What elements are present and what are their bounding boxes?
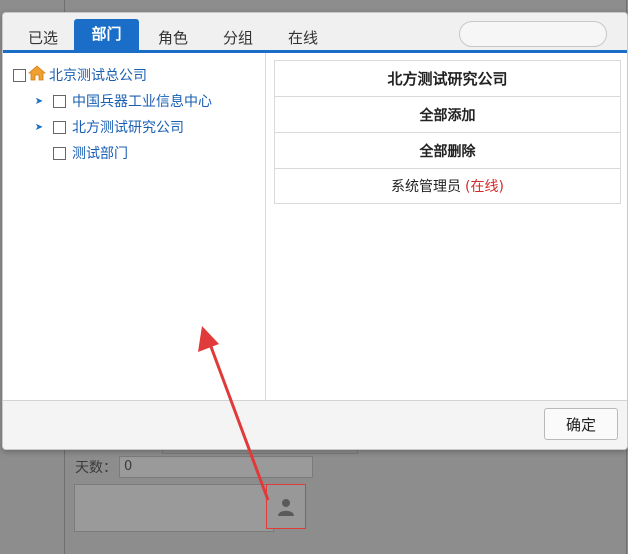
tree-item-label[interactable]: 中国兵器工业信息中心 bbox=[72, 91, 212, 111]
search-input[interactable] bbox=[459, 21, 607, 47]
tab-selected[interactable]: 已选 bbox=[15, 23, 71, 53]
member-item[interactable]: 系统管理员 (在线) bbox=[274, 168, 621, 204]
tree-root-label[interactable]: 北京测试总公司 bbox=[49, 65, 147, 85]
tree-root[interactable]: 北京测试总公司 bbox=[13, 65, 147, 85]
tab-group[interactable]: 分组 bbox=[208, 23, 268, 53]
tree-item-label[interactable]: 测试部门 bbox=[72, 143, 128, 163]
days-input[interactable]: 0 bbox=[119, 456, 313, 478]
background-field-stub bbox=[162, 450, 358, 454]
dialog-footer: 确定 bbox=[3, 400, 627, 449]
member-name: 系统管理员 bbox=[391, 179, 462, 195]
tree-item[interactable]: 测试部门 bbox=[53, 143, 128, 163]
add-all-button[interactable]: 全部添加 bbox=[274, 96, 621, 132]
select-dialog: 已选 部门 角色 分组 在线 北京测试总公司 ➤ 中国兵器工业信息中心 ➤ 北方… bbox=[2, 12, 628, 450]
select-user-button[interactable] bbox=[266, 484, 306, 529]
days-label: 天数： bbox=[75, 460, 117, 476]
recipients-textarea[interactable] bbox=[74, 484, 274, 532]
tree-item-checkbox[interactable] bbox=[53, 120, 66, 134]
chevron-right-icon[interactable]: ➤ bbox=[33, 122, 45, 133]
tree-item[interactable]: ➤ 北方测试研究公司 bbox=[33, 117, 184, 137]
user-icon bbox=[277, 498, 295, 516]
tree-item-label[interactable]: 北方测试研究公司 bbox=[72, 117, 184, 137]
confirm-button[interactable]: 确定 bbox=[544, 408, 618, 440]
tab-department[interactable]: 部门 bbox=[74, 19, 139, 50]
tree-item-checkbox[interactable] bbox=[53, 146, 66, 160]
tree-item-checkbox[interactable] bbox=[53, 94, 66, 108]
chevron-right-icon[interactable]: ➤ bbox=[33, 96, 45, 107]
status-badge: (在线) bbox=[465, 179, 504, 195]
delete-all-button[interactable]: 全部删除 bbox=[274, 132, 621, 168]
tab-role[interactable]: 角色 bbox=[143, 23, 203, 53]
days-row: 天数： 0 bbox=[75, 456, 313, 478]
home-icon bbox=[27, 65, 47, 85]
tab-online[interactable]: 在线 bbox=[273, 23, 333, 53]
selection-panel: 北方测试研究公司 全部添加 全部删除 系统管理员 (在线) bbox=[274, 60, 621, 204]
tree-root-checkbox[interactable] bbox=[13, 68, 26, 82]
tree-item[interactable]: ➤ 中国兵器工业信息中心 bbox=[33, 91, 212, 111]
department-tree: 北京测试总公司 ➤ 中国兵器工业信息中心 ➤ 北方测试研究公司 测试部门 bbox=[3, 53, 266, 400]
panel-title: 北方测试研究公司 bbox=[274, 60, 621, 96]
tab-bar: 已选 部门 角色 分组 在线 bbox=[3, 13, 627, 53]
